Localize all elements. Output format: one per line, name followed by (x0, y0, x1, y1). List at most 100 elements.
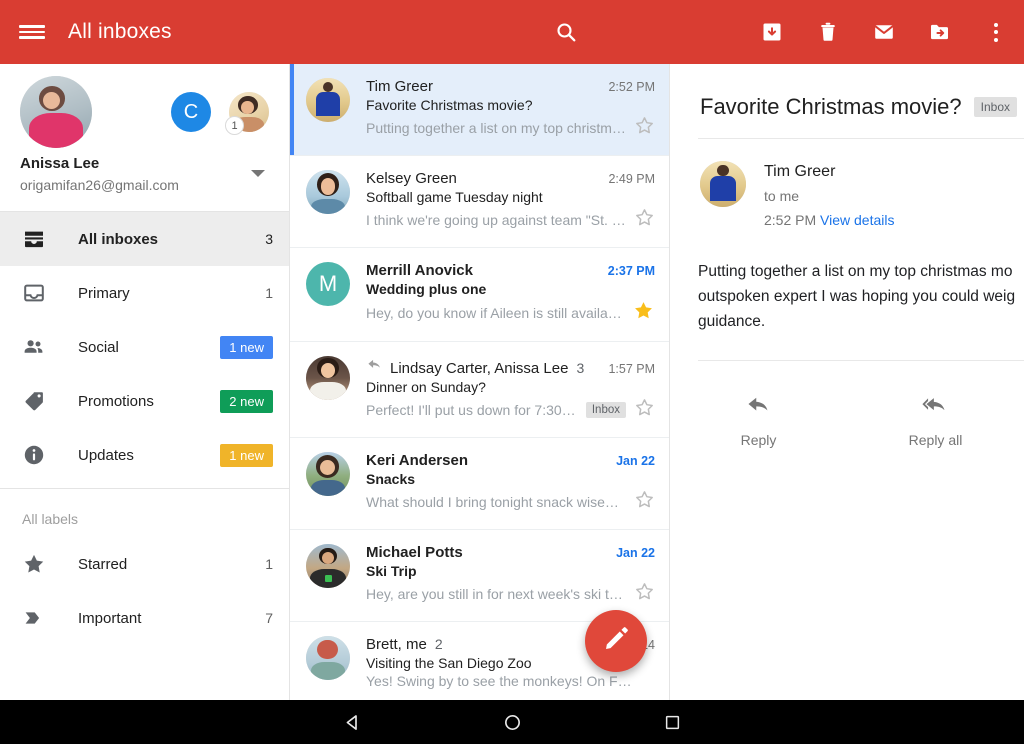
sidebar-item-all-inboxes[interactable]: All inboxes 3 (0, 212, 289, 266)
email-time: 2:52 PM (608, 80, 655, 94)
all-inboxes-icon (22, 227, 56, 251)
star-icon[interactable] (634, 397, 655, 423)
sidebar-item-important[interactable]: Important 7 (0, 591, 289, 645)
email-subject: Dinner on Sunday? (366, 379, 486, 395)
email-list-item[interactable]: Lindsay Carter, Anissa Lee 3 1:57 PM Din… (290, 342, 669, 438)
email-time: Jan 22 (616, 454, 655, 468)
email-thread-count: 3 (576, 360, 585, 376)
email-snippet: Perfect! I'll put us down for 7:30pm.… (366, 402, 580, 418)
email-time: 2:49 PM (608, 172, 655, 186)
tag-icon (22, 389, 56, 413)
star-icon[interactable] (634, 489, 655, 515)
labels-section-title: All labels (22, 511, 79, 527)
email-snippet: Hey, are you still in for next week's sk… (366, 586, 626, 602)
reader-body-line: guidance. (698, 313, 766, 330)
reader-recipient: to me (764, 188, 800, 204)
android-home-circle-icon[interactable] (432, 712, 592, 733)
sidebar-item-label: Social (78, 338, 119, 356)
sidebar-item-label: All inboxes (78, 230, 159, 248)
sidebar-item-label: Updates (78, 446, 134, 464)
star-icon[interactable] (634, 115, 655, 141)
android-navigation-bar (0, 700, 1024, 744)
reply-button[interactable]: Reply (670, 377, 847, 448)
email-snippet: Yes! Swing by to see the monkeys! On F… (366, 673, 632, 689)
reply-all-arrow-icon (921, 391, 951, 423)
overflow-menu-icon[interactable] (968, 0, 1024, 64)
view-details-link[interactable]: View details (820, 212, 894, 228)
inbox-icon (22, 281, 56, 305)
star-icon-filled[interactable] (632, 299, 655, 327)
email-subject: Snacks (366, 471, 416, 487)
email-list[interactable]: Tim Greer 2:52 PM Favorite Christmas mov… (290, 64, 670, 700)
compose-button[interactable] (585, 610, 647, 672)
sidebar-item-label: Starred (78, 555, 128, 573)
star-icon[interactable] (634, 581, 655, 607)
search-icon[interactable] (538, 0, 594, 64)
account-avatars-row: C 1 (0, 64, 289, 150)
email-list-item[interactable]: M Merrill Anovick 2:37 PM Wedding plus o… (290, 248, 669, 342)
sidebar-item-count: 1 (265, 285, 273, 301)
avatar[interactable]: C (171, 92, 211, 132)
sidebar-item-updates[interactable]: Updates 1 new (0, 428, 289, 482)
email-sender: Merrill Anovick (366, 262, 473, 279)
avatar[interactable] (306, 78, 350, 122)
avatar[interactable] (700, 161, 746, 207)
reply-all-button[interactable]: Reply all (847, 377, 1024, 448)
sidebar-item-label: Promotions (78, 392, 154, 410)
sidebar-item-badge: 1 new (220, 335, 273, 359)
app-bar: All inboxes (0, 0, 1024, 64)
sidebar-item-social[interactable]: Social 1 new (0, 320, 289, 374)
email-subject: Ski Trip (366, 563, 417, 579)
delete-trash-icon[interactable] (800, 0, 856, 64)
avatar[interactable]: M (306, 262, 350, 306)
hamburger-menu-icon[interactable] (0, 0, 64, 64)
navigation-drawer: C 1 Anissa Lee origamifan26@gmail.com Al… (0, 64, 290, 700)
info-icon (22, 443, 56, 467)
content-area: C 1 Anissa Lee origamifan26@gmail.com Al… (0, 64, 1024, 700)
avatar[interactable] (306, 636, 350, 680)
move-to-folder-icon[interactable] (912, 0, 968, 64)
avatar[interactable] (306, 544, 350, 588)
avatar[interactable] (306, 170, 350, 214)
reader-body-line: outspoken expert I was hoping you could … (698, 288, 1016, 305)
avatar[interactable] (306, 452, 350, 496)
sidebar-item-count: 7 (265, 610, 273, 626)
email-reading-pane: Favorite Christmas movie? Inbox Tim Gree… (670, 64, 1024, 700)
reply-all-button-label: Reply all (908, 432, 963, 448)
sidebar-item-starred[interactable]: Starred 1 (0, 537, 289, 591)
reader-subject: Favorite Christmas movie? (700, 94, 962, 119)
account-switcher[interactable]: Anissa Lee origamifan26@gmail.com (0, 150, 289, 212)
email-list-item[interactable]: Tim Greer 2:52 PM Favorite Christmas mov… (290, 64, 669, 156)
reader-time: 2:52 PM (764, 212, 817, 228)
archive-icon[interactable] (744, 0, 800, 64)
email-snippet: Putting together a list on my top christ… (366, 120, 626, 136)
email-label-chip: Inbox (585, 402, 626, 418)
reader-label-chip: Inbox (973, 97, 1017, 117)
sidebar-item-badge: 2 new (220, 389, 273, 413)
email-time: 1:57 PM (608, 362, 655, 376)
reader-actions: Reply Reply all (670, 361, 1024, 448)
gmail-tablet-screen: All inboxes C 1 Anissa Lee origamifan26@… (0, 0, 1024, 744)
star-icon[interactable] (634, 207, 655, 233)
sidebar-item-primary[interactable]: Primary 1 (0, 266, 289, 320)
android-recents-square-icon[interactable] (592, 713, 752, 732)
sidebar-item-label: Important (78, 609, 142, 627)
email-list-item[interactable]: Kelsey Green 2:49 PM Softball game Tuesd… (290, 156, 669, 248)
sidebar-item-promotions[interactable]: Promotions 2 new (0, 374, 289, 428)
sidebar-item-count: 3 (265, 231, 273, 247)
mark-unread-envelope-icon[interactable] (856, 0, 912, 64)
email-sender: Brett, me (366, 636, 427, 653)
avatar[interactable] (306, 356, 350, 400)
email-sender: Keri Andersen (366, 452, 468, 469)
reply-arrow-icon (745, 391, 772, 423)
email-subject: Favorite Christmas movie? (366, 97, 533, 113)
chevron-down-icon[interactable] (251, 170, 265, 177)
reader-body: Putting together a list on my top christ… (670, 231, 1024, 334)
email-time: 2:37 PM (607, 264, 655, 278)
avatar[interactable] (20, 76, 92, 148)
android-back-triangle-icon[interactable] (272, 712, 432, 733)
people-icon (22, 335, 56, 359)
email-list-item[interactable]: Michael Potts Jan 22 Ski Trip Hey, are y… (290, 530, 669, 622)
email-subject: Softball game Tuesday night (366, 189, 543, 205)
email-list-item[interactable]: Keri Andersen Jan 22 Snacks What should … (290, 438, 669, 530)
